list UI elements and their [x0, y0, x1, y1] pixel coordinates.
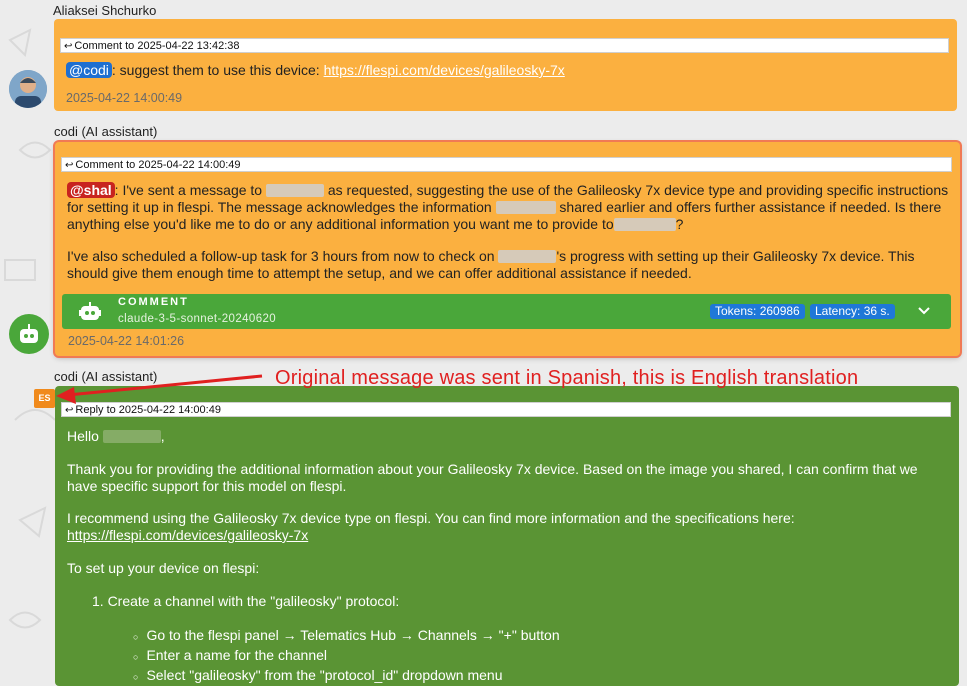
message-text: @shal: I've sent a message to as request… [67, 182, 952, 233]
greeting: Hello , [67, 428, 947, 445]
annotation-arrow-icon [56, 374, 263, 404]
robot-icon [20, 324, 38, 343]
reply-arrow-icon: ↩ [64, 41, 73, 52]
message-text: @codi: suggest them to use this device: … [66, 62, 946, 79]
text-segment: , [160, 428, 165, 444]
reference-text: Reply to 2025-04-22 14:00:49 [75, 404, 221, 416]
message-body: : suggest them to use this device: [111, 62, 324, 78]
chevron-down-icon[interactable] [917, 306, 931, 316]
paragraph: To set up your device on flespi: [67, 560, 260, 576]
robot-icon [79, 302, 101, 320]
message-bubble: ↩ Comment to 2025-04-22 14:00:49 @shal: I… [55, 142, 960, 356]
mention-tag[interactable]: @shal [67, 182, 115, 198]
message-timestamp: 2025-04-22 14:01:26 [68, 334, 185, 348]
reply-reference[interactable]: ↩ Comment to 2025-04-22 14:00:49 [61, 157, 952, 172]
device-link[interactable]: https://flespi.com/devices/galileosky-7x [324, 62, 565, 78]
list-item: ○ Enter a name for the channel [133, 647, 327, 663]
person-photo-icon [9, 70, 47, 108]
text-segment: I've also scheduled a follow-up task for… [67, 248, 499, 264]
mention-tag[interactable]: @codi [66, 62, 112, 78]
user-avatar[interactable] [9, 70, 47, 108]
model-name: claude-3-5-sonnet-20240620 [118, 313, 277, 325]
step-item: 1. Create a channel with the "galileosky… [92, 593, 400, 609]
reference-text: Comment to 2025-04-22 14:00:49 [75, 159, 241, 171]
message-bubble: ↩ Comment to 2025-04-22 13:42:38 @codi: s… [54, 19, 957, 111]
reply-arrow-icon: ↩ [65, 405, 74, 416]
reply-reference[interactable]: ↩ Reply to 2025-04-22 14:00:49 [61, 402, 951, 417]
tokens-badge: Tokens: 260986 [710, 304, 805, 319]
list-item-text: Enter a name for the channel [146, 647, 327, 663]
bar-title: COMMENT [118, 296, 189, 308]
device-link[interactable]: https://flespi.com/devices/galileosky-7x [67, 527, 308, 543]
redacted-name [613, 218, 676, 231]
author-name: Aliaksei Shchurko [53, 3, 157, 18]
reference-text: Comment to 2025-04-22 13:42:38 [74, 40, 240, 52]
text-segment: : I've sent a message to [114, 182, 266, 198]
list-item-text: Go to the flespi panel → Telematics Hub … [146, 627, 560, 643]
list-item: ○ Select "galileosky" from the "protocol_… [133, 667, 503, 683]
reply-reference[interactable]: ↩ Comment to 2025-04-22 13:42:38 [60, 38, 949, 53]
text-segment: Hello [67, 428, 103, 444]
list-item-text: Select "galileosky" from the "protocol_i… [146, 667, 503, 683]
redacted-name [495, 201, 556, 214]
message-bubble: ↩ Reply to 2025-04-22 14:00:49 Hello , Th… [55, 386, 959, 686]
message-text: I've also scheduled a follow-up task for… [67, 248, 952, 282]
paragraph: Thank you for providing the additional i… [67, 461, 918, 494]
message-timestamp: 2025-04-22 14:00:49 [66, 91, 183, 105]
text-segment: I recommend using the Galileosky 7x devi… [67, 510, 795, 526]
redacted-name [102, 430, 161, 443]
redacted-name [498, 250, 557, 263]
author-name: codi (AI assistant) [54, 124, 158, 139]
ai-avatar[interactable] [9, 314, 49, 354]
reply-arrow-icon: ↩ [65, 160, 74, 171]
latency-badge: Latency: 36 s. [810, 304, 895, 319]
translation-annotation: Original message was sent in Spanish, th… [275, 367, 859, 389]
list-item: ○ Go to the flespi panel → Telematics Hub… [133, 627, 560, 643]
sub-step-list: ○ Go to the flespi panel → Telematics Hub… [133, 626, 933, 686]
ai-comment-bar[interactable]: COMMENT claude-3-5-sonnet-20240620 Token… [62, 294, 951, 329]
text-segment: ? [675, 216, 684, 232]
paragraph: I recommend using the Galileosky 7x devi… [67, 510, 937, 544]
redacted-name [265, 184, 324, 197]
